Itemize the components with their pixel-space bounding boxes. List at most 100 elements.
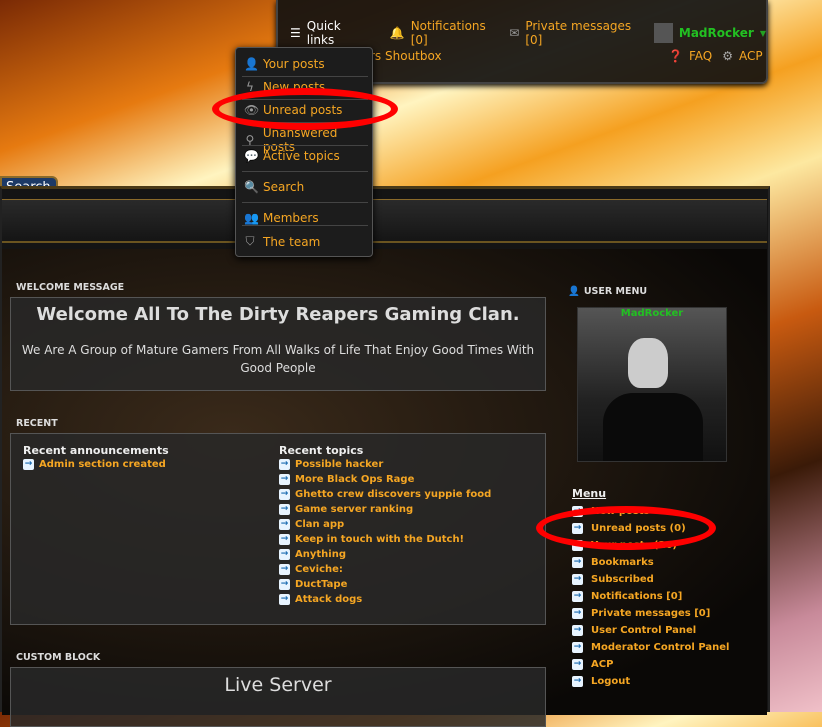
arrow-icon: → (279, 579, 290, 590)
user-menu-item[interactable]: → User Control Panel (572, 622, 729, 639)
menu-icon: ☰ (290, 26, 301, 40)
welcome-panel: Welcome All To The Dirty Reapers Gaming … (10, 297, 546, 391)
topic-item[interactable]: → Ceviche: (279, 562, 491, 577)
user-menu-link[interactable]: Logout (591, 676, 630, 687)
topic-link[interactable]: Ceviche: (295, 564, 343, 575)
faq-link[interactable]: FAQ (689, 49, 712, 63)
arrow-icon: → (572, 642, 583, 653)
arrow-icon: → (572, 625, 583, 636)
topic-link[interactable]: Clan app (295, 519, 344, 530)
topic-item[interactable]: → DuctTape (279, 577, 491, 592)
quick-link-label: Active topics (263, 149, 340, 163)
help-icon: ❓ (668, 49, 683, 63)
custom-heading: CUSTOM BLOCK (16, 652, 101, 663)
user-menu-link[interactable]: Notifications [0] (591, 591, 682, 602)
topic-item[interactable]: → Possible hacker (279, 457, 491, 472)
divider (242, 225, 368, 226)
quick-link-item[interactable]: 👤 Your posts (244, 57, 325, 71)
username-link[interactable]: MadRocker (679, 26, 754, 40)
topic-link[interactable]: Game server ranking (295, 504, 413, 515)
users-icon: 👥 (244, 211, 259, 225)
arrow-icon: → (279, 459, 290, 470)
topic-item[interactable]: → Game server ranking (279, 502, 491, 517)
topic-link[interactable]: Possible hacker (295, 459, 383, 470)
recent-panel: Recent announcements → Admin section crea… (10, 433, 546, 625)
topic-link[interactable]: Anything (295, 549, 346, 560)
user-menu-item[interactable]: → Bookmarks (572, 554, 729, 571)
topic-item[interactable]: → Keep in touch with the Dutch! (279, 532, 491, 547)
arrow-icon: → (572, 676, 583, 687)
arrow-icon: → (572, 557, 583, 568)
quick-link-item[interactable]: 💬 Active topics (244, 149, 340, 163)
arrow-icon: → (572, 574, 583, 585)
announcement-link[interactable]: Admin section created (39, 459, 166, 470)
avatar-username[interactable]: MadRocker (578, 308, 726, 319)
avatar[interactable]: MadRocker (577, 307, 727, 462)
comments-icon: 💬 (244, 149, 259, 163)
notifications-link[interactable]: Notifications [0] (411, 19, 504, 47)
caret-down-icon[interactable]: ▼ (760, 29, 766, 38)
private-messages-link[interactable]: Private messages [0] (525, 19, 647, 47)
quick-link-item[interactable]: ⛉ The team (244, 234, 320, 249)
announcement-item[interactable]: → Admin section created (23, 457, 169, 472)
avatar-face (628, 338, 668, 388)
divider (242, 202, 368, 203)
divider (242, 76, 368, 77)
topic-item[interactable]: → Attack dogs (279, 592, 491, 607)
user-menu-item[interactable]: → Private messages [0] (572, 605, 729, 622)
arrow-icon: → (23, 459, 34, 470)
shield-icon: ⛉ (245, 234, 255, 248)
welcome-heading: WELCOME MESSAGE (16, 282, 125, 293)
user-avatar-small[interactable] (653, 23, 673, 43)
custom-panel: Live Server (10, 667, 546, 727)
topic-link[interactable]: More Black Ops Rage (295, 474, 414, 485)
content: WELCOME MESSAGE Welcome All To The Dirty… (2, 249, 767, 727)
divider (242, 145, 368, 146)
arrow-icon: → (279, 549, 290, 560)
quick-link-item[interactable]: 👥 Members (244, 211, 319, 225)
topic-item[interactable]: → Ghetto crew discovers yuppie food (279, 487, 491, 502)
quick-links-dropdown: 👤 Your posts ϟ New posts 👁 Unread posts ⚲ Unans… (235, 47, 373, 257)
topic-link[interactable]: Keep in touch with the Dutch! (295, 534, 464, 545)
user-menu-item[interactable]: → Subscribed (572, 571, 729, 588)
search-icon: 🔍 (244, 180, 259, 194)
user-menu-item[interactable]: → ACP (572, 656, 729, 673)
quick-link-label: Your posts (263, 57, 325, 71)
user-menu-link[interactable]: User Control Panel (591, 625, 696, 636)
forum-board: WELCOME MESSAGE Welcome All To The Dirty… (0, 186, 770, 727)
arrow-icon: → (279, 474, 290, 485)
topic-item[interactable]: → More Black Ops Rage (279, 472, 491, 487)
shoutbox-link[interactable]: rs Shoutbox (370, 49, 442, 63)
user-menu-item[interactable]: → Moderator Control Panel (572, 639, 729, 656)
quick-link-item[interactable]: 🔍 Search (244, 180, 304, 194)
arrow-icon: → (279, 519, 290, 530)
user-icon: 👤 (244, 57, 259, 71)
user-menu-link[interactable]: Private messages [0] (591, 608, 710, 619)
gears-icon: ⚙ (722, 49, 733, 63)
avatar-body (603, 393, 703, 461)
arrow-icon: → (279, 504, 290, 515)
topic-link[interactable]: Ghetto crew discovers yuppie food (295, 489, 491, 500)
acp-link[interactable]: ACP (739, 49, 763, 63)
navbar (2, 199, 767, 243)
highlight-ellipse (212, 88, 398, 130)
topic-link[interactable]: DuctTape (295, 579, 347, 590)
user-menu-link[interactable]: Moderator Control Panel (591, 642, 729, 653)
user-menu-item[interactable]: → Logout (572, 673, 729, 690)
arrow-icon: → (279, 489, 290, 500)
divider (242, 171, 368, 172)
bell-icon: 🔔 (389, 26, 405, 40)
user-menu-link[interactable]: ACP (591, 659, 613, 670)
arrow-icon: → (572, 608, 583, 619)
topic-link[interactable]: Attack dogs (295, 594, 362, 605)
user-menu-link[interactable]: Subscribed (591, 574, 654, 585)
user-menu-link[interactable]: Bookmarks (591, 557, 654, 568)
welcome-title: Welcome All To The Dirty Reapers Gaming … (36, 304, 520, 325)
welcome-text: We Are A Group of Mature Gamers From All… (21, 343, 535, 375)
arrow-icon: → (279, 564, 290, 575)
user-menu-item[interactable]: → Notifications [0] (572, 588, 729, 605)
topic-item[interactable]: → Anything (279, 547, 491, 562)
arrow-icon: → (279, 534, 290, 545)
quick-links-button[interactable]: Quick links (307, 19, 370, 47)
topic-item[interactable]: → Clan app (279, 517, 491, 532)
